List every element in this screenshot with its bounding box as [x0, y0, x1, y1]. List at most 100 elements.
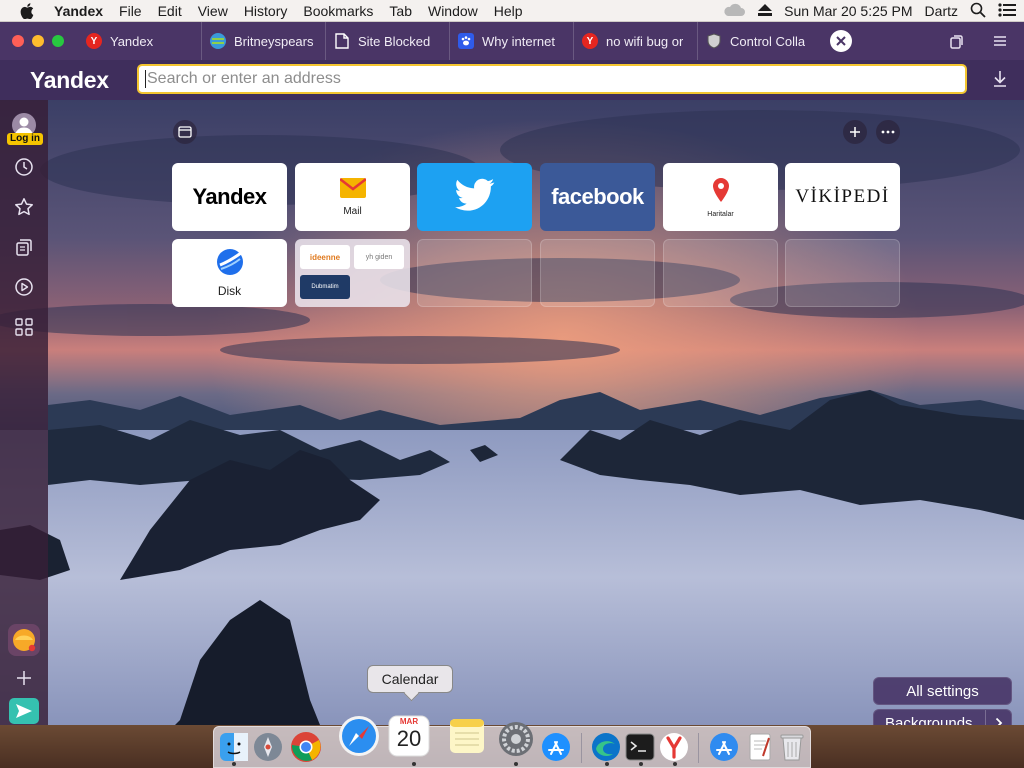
new-tab-page: Log in Yandex Mail facebook Haritalar Vİ… — [0, 100, 1024, 725]
tab-why-internet[interactable]: Why internet — [450, 22, 574, 60]
tab-label: Britneyspears — [234, 33, 314, 49]
control-center-icon[interactable] — [998, 2, 1016, 20]
all-settings-button[interactable]: All settings — [873, 677, 1012, 705]
menu-app-name[interactable]: Yandex — [46, 3, 111, 19]
address-input[interactable] — [147, 70, 965, 88]
menu-user[interactable]: Dartz — [925, 3, 958, 19]
tab-no-wifi-bug[interactable]: Y no wifi bug or — [574, 22, 698, 60]
cloud-icon[interactable] — [722, 3, 746, 20]
window-controls — [12, 35, 64, 47]
tab-site-blocked[interactable]: Site Blocked — [326, 22, 450, 60]
messenger-icon[interactable] — [9, 698, 39, 724]
text-caret — [145, 70, 146, 88]
backgrounds-label: Backgrounds — [885, 714, 973, 726]
terminal-icon[interactable] — [624, 731, 656, 763]
tab-label: Site Blocked — [358, 33, 431, 49]
dock-separator — [581, 733, 582, 763]
address-bar[interactable] — [137, 64, 967, 94]
zoom-window-button[interactable] — [52, 35, 64, 47]
tab-label: Control Colla — [730, 33, 806, 49]
safari-icon[interactable] — [338, 715, 380, 757]
textedit-icon[interactable] — [744, 731, 776, 763]
menu-icon[interactable] — [986, 22, 1014, 60]
collections-icon[interactable] — [10, 233, 38, 261]
edge-icon[interactable] — [590, 731, 622, 763]
login-button[interactable]: Log in — [7, 133, 43, 145]
menu-clock[interactable]: Sun Mar 20 5:25 PM — [784, 3, 912, 19]
close-tab-button[interactable] — [830, 30, 852, 52]
close-window-button[interactable] — [12, 35, 24, 47]
tile-facebook[interactable]: facebook — [540, 163, 655, 231]
chevron-right-icon[interactable] — [985, 710, 1011, 725]
menu-bar: Yandex File Edit View History Bookmarks … — [0, 0, 1024, 22]
disk-icon — [216, 248, 244, 281]
tab-bar: Y Yandex Britneyspears Site Blocked Why … — [0, 22, 1024, 60]
tile-caption: Haritalar — [707, 210, 734, 218]
tile-mail[interactable]: Mail — [295, 163, 410, 231]
tile-empty[interactable] — [663, 239, 778, 307]
menu-tab[interactable]: Tab — [381, 3, 420, 19]
mail-envelope-icon — [338, 177, 367, 203]
menu-history[interactable]: History — [236, 3, 296, 19]
apps-grid-icon[interactable] — [10, 313, 38, 341]
history-icon[interactable] — [10, 153, 38, 181]
dock-separator — [698, 733, 699, 763]
tab-view-icon[interactable] — [173, 120, 197, 144]
add-tile-button[interactable] — [843, 120, 867, 144]
menu-window[interactable]: Window — [420, 3, 486, 19]
download-icon[interactable] — [990, 68, 1010, 90]
wikipedia-logo: VİKİPEDİ — [795, 186, 890, 207]
tile-empty[interactable] — [540, 239, 655, 307]
tab-label: no wifi bug or — [606, 33, 684, 49]
chrome-icon[interactable] — [290, 731, 322, 763]
dock: MAR 20 — [213, 715, 811, 768]
mail-app-icon[interactable] — [8, 624, 40, 656]
tile-empty[interactable] — [417, 239, 532, 307]
browser-logo[interactable]: Yandex — [0, 67, 138, 94]
bookmarks-star-icon[interactable] — [10, 193, 38, 221]
backgrounds-button[interactable]: Backgrounds — [873, 709, 1012, 725]
notes-icon[interactable] — [448, 717, 486, 755]
menu-edit[interactable]: Edit — [150, 3, 190, 19]
tile-wikipedia[interactable]: VİKİPEDİ — [785, 163, 900, 231]
calendar-icon[interactable]: MAR 20 — [388, 715, 430, 757]
shield-icon — [706, 33, 722, 49]
apple-icon[interactable] — [18, 2, 36, 20]
tabs-overview-icon[interactable] — [942, 22, 970, 60]
tile-folder[interactable]: ideenne yh giden Dubmatim — [295, 239, 410, 307]
launchpad-icon[interactable] — [252, 731, 284, 763]
yandex-browser-icon[interactable] — [658, 731, 690, 763]
tile-maps[interactable]: Haritalar — [663, 163, 778, 231]
app-store-icon[interactable] — [708, 731, 740, 763]
play-media-icon[interactable] — [10, 273, 38, 301]
menu-bookmarks[interactable]: Bookmarks — [295, 3, 381, 19]
folder-item-3[interactable]: Dubmatim — [300, 275, 350, 299]
minimize-window-button[interactable] — [32, 35, 44, 47]
trash-icon[interactable] — [776, 731, 808, 763]
spotlight-icon[interactable] — [970, 2, 986, 21]
all-settings-label: All settings — [906, 682, 979, 700]
menu-file[interactable]: File — [111, 3, 150, 19]
tab-control-collab[interactable]: Control Colla — [698, 22, 822, 60]
calendar-day: 20 — [396, 726, 422, 751]
tile-empty[interactable] — [785, 239, 900, 307]
eject-icon[interactable] — [758, 3, 773, 19]
tile-yandex[interactable]: Yandex — [172, 163, 287, 231]
tile-caption: Disk — [217, 284, 242, 298]
tab-yandex[interactable]: Y Yandex — [78, 22, 202, 60]
folder-item-2[interactable]: yh giden — [354, 245, 404, 269]
app-store-icon[interactable] — [540, 731, 572, 763]
tab-britneyspears[interactable]: Britneyspears — [202, 22, 326, 60]
menu-view[interactable]: View — [190, 3, 236, 19]
document-icon — [334, 33, 350, 49]
tile-twitter[interactable] — [417, 163, 532, 231]
menu-help[interactable]: Help — [486, 3, 531, 19]
folder-item-1[interactable]: ideenne — [300, 245, 350, 269]
map-pin-icon — [712, 177, 730, 208]
finder-icon[interactable] — [218, 731, 250, 763]
system-preferences-icon[interactable] — [498, 721, 534, 757]
facebook-logo: facebook — [551, 184, 644, 209]
tile-disk[interactable]: Disk — [172, 239, 287, 307]
add-panel-icon[interactable] — [10, 664, 38, 692]
more-options-icon[interactable] — [876, 120, 900, 144]
